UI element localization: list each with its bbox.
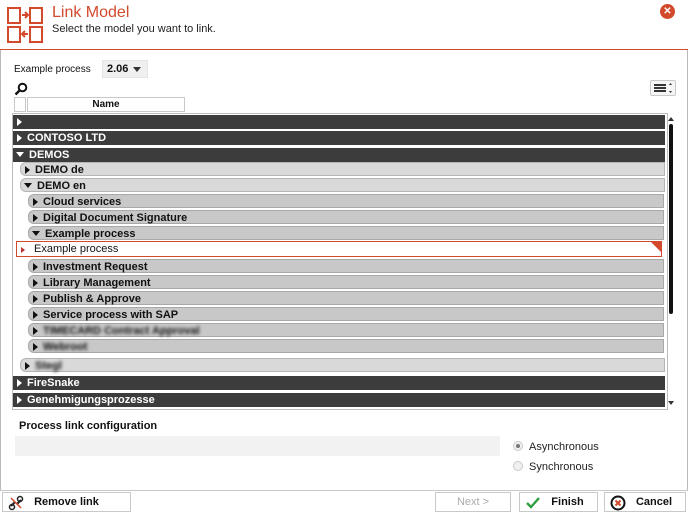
collapse-icon bbox=[32, 231, 40, 236]
scroll-up-arrow[interactable] bbox=[668, 117, 674, 121]
tree-row-root[interactable] bbox=[13, 115, 665, 129]
dialog-subtitle: Select the model you want to link. bbox=[52, 23, 216, 35]
version-select[interactable]: 2.06 bbox=[102, 60, 148, 78]
expand-icon bbox=[33, 279, 38, 287]
expand-icon bbox=[17, 134, 22, 142]
expand-icon bbox=[33, 327, 38, 335]
expand-icon bbox=[33, 295, 38, 303]
expand-icon bbox=[17, 396, 22, 404]
expand-icon bbox=[17, 118, 22, 126]
tree-row-item[interactable]: Digital Document Signature bbox=[28, 210, 664, 224]
search-icon[interactable] bbox=[14, 82, 28, 96]
cancel-label: Cancel bbox=[635, 496, 673, 508]
synchronous-radio[interactable] bbox=[513, 461, 523, 471]
tree-row-item[interactable]: Publish & Approve bbox=[28, 291, 664, 305]
tree-row-genehmigung[interactable]: Genehmigungsprozesse bbox=[13, 393, 665, 407]
name-column-header[interactable]: Name bbox=[27, 97, 185, 112]
tree-row-item[interactable]: Webroot bbox=[28, 339, 664, 353]
config-title: Process link configuration bbox=[19, 420, 158, 432]
scroll-down-arrow[interactable] bbox=[668, 401, 674, 405]
asynchronous-label: Asynchronous bbox=[529, 441, 599, 453]
remove-link-label: Remove link bbox=[34, 496, 99, 508]
tree-row-item[interactable]: Library Management bbox=[28, 275, 664, 289]
expand-icon bbox=[25, 166, 30, 174]
link-model-icon bbox=[7, 7, 43, 43]
tree-row-example-group[interactable]: Example process bbox=[28, 226, 664, 240]
view-options-button[interactable] bbox=[650, 80, 676, 96]
tree-row-item[interactable]: TIMECARD Contract Approval bbox=[28, 323, 664, 337]
expand-icon bbox=[17, 379, 22, 387]
list-view-icon bbox=[654, 83, 672, 93]
tree-row-item[interactable]: Investment Request bbox=[28, 259, 664, 273]
version-value: 2.06 bbox=[107, 63, 129, 75]
process-link-field[interactable] bbox=[15, 436, 500, 456]
expand-icon bbox=[33, 214, 38, 222]
tree-row-selected[interactable]: Example process bbox=[16, 241, 662, 257]
close-icon[interactable]: ✕ bbox=[660, 4, 675, 19]
tree-row-item[interactable]: Service process with SAP bbox=[28, 307, 664, 321]
finish-button[interactable]: Finish bbox=[519, 492, 598, 512]
select-all-checkbox[interactable] bbox=[14, 97, 26, 112]
finish-label: Finish bbox=[551, 496, 584, 508]
dialog-title: Link Model bbox=[52, 4, 130, 21]
collapse-icon bbox=[16, 152, 24, 157]
synchronous-label: Synchronous bbox=[529, 461, 594, 473]
tree-row-demos[interactable]: DEMOS bbox=[13, 148, 665, 162]
cancel-button[interactable]: Cancel bbox=[604, 492, 686, 512]
expand-icon bbox=[33, 343, 38, 351]
tree-row-demo-en[interactable]: DEMO en bbox=[20, 178, 665, 192]
asynchronous-radio[interactable] bbox=[513, 441, 523, 451]
expand-icon bbox=[33, 263, 38, 271]
expand-icon bbox=[25, 362, 30, 370]
collapse-icon bbox=[24, 183, 32, 188]
remove-link-button[interactable]: Remove link bbox=[2, 492, 131, 512]
selected-corner-marker bbox=[651, 242, 661, 252]
tree-row-demo-de[interactable]: DEMO de bbox=[20, 162, 665, 176]
model-tree: CONTOSO LTD DEMOS DEMO de DEMO en Cloud … bbox=[12, 113, 668, 410]
tree-row-stegl[interactable]: Stegl bbox=[20, 358, 665, 372]
expand-icon bbox=[33, 198, 38, 206]
tree-row-contoso[interactable]: CONTOSO LTD bbox=[13, 131, 665, 145]
expand-icon bbox=[33, 311, 38, 319]
tree-row-item[interactable]: Cloud services bbox=[28, 194, 664, 208]
next-button[interactable]: Next > bbox=[435, 492, 511, 512]
vertical-scrollbar[interactable] bbox=[669, 124, 673, 314]
process-label: Example process bbox=[14, 64, 91, 75]
chevron-down-icon bbox=[133, 67, 141, 72]
expand-icon bbox=[21, 247, 25, 253]
dialog-header: Link Model Select the model you want to … bbox=[0, 0, 688, 50]
next-label: Next > bbox=[456, 496, 490, 508]
tree-row-firesnake[interactable]: FireSnake bbox=[13, 376, 665, 390]
